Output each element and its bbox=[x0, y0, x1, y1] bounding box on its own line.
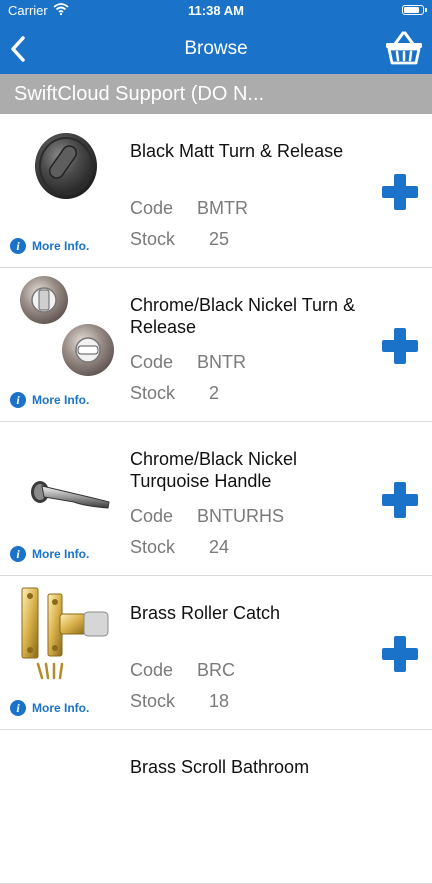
more-info-link[interactable]: i More Info. bbox=[10, 238, 89, 254]
info-icon: i bbox=[10, 238, 26, 254]
stock-label: Stock bbox=[130, 537, 176, 557]
add-to-basket-button[interactable] bbox=[382, 174, 418, 210]
section-header: SwiftCloud Support (DO N... bbox=[0, 74, 432, 114]
code-label: Code bbox=[130, 198, 174, 218]
stock-value: 18 bbox=[209, 691, 230, 711]
product-row[interactable]: i More Info. Chrome/Black Nickel Turquoi… bbox=[0, 422, 432, 576]
product-row[interactable]: Brass Scroll Bathroom bbox=[0, 730, 432, 884]
product-name: Black Matt Turn & Release bbox=[130, 141, 344, 161]
product-row[interactable]: i More Info. Black Matt Turn & Release C… bbox=[0, 114, 432, 268]
battery-icon bbox=[402, 5, 427, 15]
code-label: Code bbox=[130, 352, 174, 372]
product-stock: Stock 25 bbox=[130, 229, 229, 250]
info-icon: i bbox=[10, 546, 26, 562]
more-info-link[interactable]: i More Info. bbox=[10, 392, 89, 408]
code-label: Code bbox=[130, 506, 174, 526]
product-name: Brass Roller Catch bbox=[130, 603, 281, 623]
product-stock: Stock 24 bbox=[130, 537, 229, 558]
product-row[interactable]: i More Info. Brass Roller Catch Code BRC… bbox=[0, 576, 432, 730]
roller-catch-image bbox=[14, 584, 118, 694]
add-to-basket-button[interactable] bbox=[382, 482, 418, 518]
stock-label: Stock bbox=[130, 691, 176, 711]
product-name: Brass Scroll Bathroom bbox=[130, 757, 310, 777]
info-icon: i bbox=[10, 392, 26, 408]
add-to-basket-button[interactable] bbox=[382, 636, 418, 672]
more-info-label: More Info. bbox=[32, 393, 90, 407]
status-time: 11:38 AM bbox=[188, 3, 244, 18]
code-label: Code bbox=[130, 660, 174, 680]
more-info-label: More Info. bbox=[32, 239, 90, 253]
status-bar: Carrier 11:38 AM bbox=[0, 0, 432, 22]
navigation-bar: Browse bbox=[0, 22, 432, 74]
basket-button[interactable] bbox=[384, 30, 424, 66]
more-info-label: More Info. bbox=[32, 701, 90, 715]
stock-label: Stock bbox=[130, 383, 176, 403]
product-code: Code BMTR bbox=[130, 198, 248, 219]
code-value: BRC bbox=[197, 660, 236, 680]
product-stock: Stock 18 bbox=[130, 691, 229, 712]
info-icon: i bbox=[10, 700, 26, 716]
stock-value: 2 bbox=[209, 383, 220, 403]
basket-icon bbox=[386, 31, 422, 65]
more-info-label: More Info. bbox=[32, 547, 90, 561]
product-code: Code BNTURHS bbox=[130, 506, 284, 527]
product-code: Code BRC bbox=[130, 660, 235, 681]
more-info-link[interactable]: i More Info. bbox=[10, 700, 89, 716]
add-to-basket-button[interactable] bbox=[382, 328, 418, 364]
page-title: Browse bbox=[184, 38, 248, 59]
code-value: BNTR bbox=[197, 352, 246, 372]
product-code: Code BNTR bbox=[130, 352, 246, 373]
black-turn-release-image bbox=[14, 122, 118, 232]
product-stock: Stock 2 bbox=[130, 383, 219, 404]
stock-value: 24 bbox=[209, 537, 230, 557]
product-name: Chrome/Black Nickel Turn & Release bbox=[130, 295, 356, 337]
nickel-turn-release-image bbox=[14, 276, 118, 386]
lever-handle-image bbox=[14, 430, 118, 540]
product-row[interactable]: i More Info. Chrome/Black Nickel Turn & … bbox=[0, 268, 432, 422]
stock-label: Stock bbox=[130, 229, 176, 249]
code-value: BNTURHS bbox=[197, 506, 285, 526]
product-list: i More Info. Black Matt Turn & Release C… bbox=[0, 114, 432, 884]
stock-value: 25 bbox=[209, 229, 230, 249]
product-name: Chrome/Black Nickel Turquoise Handle bbox=[130, 449, 298, 491]
more-info-link[interactable]: i More Info. bbox=[10, 546, 89, 562]
code-value: BMTR bbox=[197, 198, 248, 218]
